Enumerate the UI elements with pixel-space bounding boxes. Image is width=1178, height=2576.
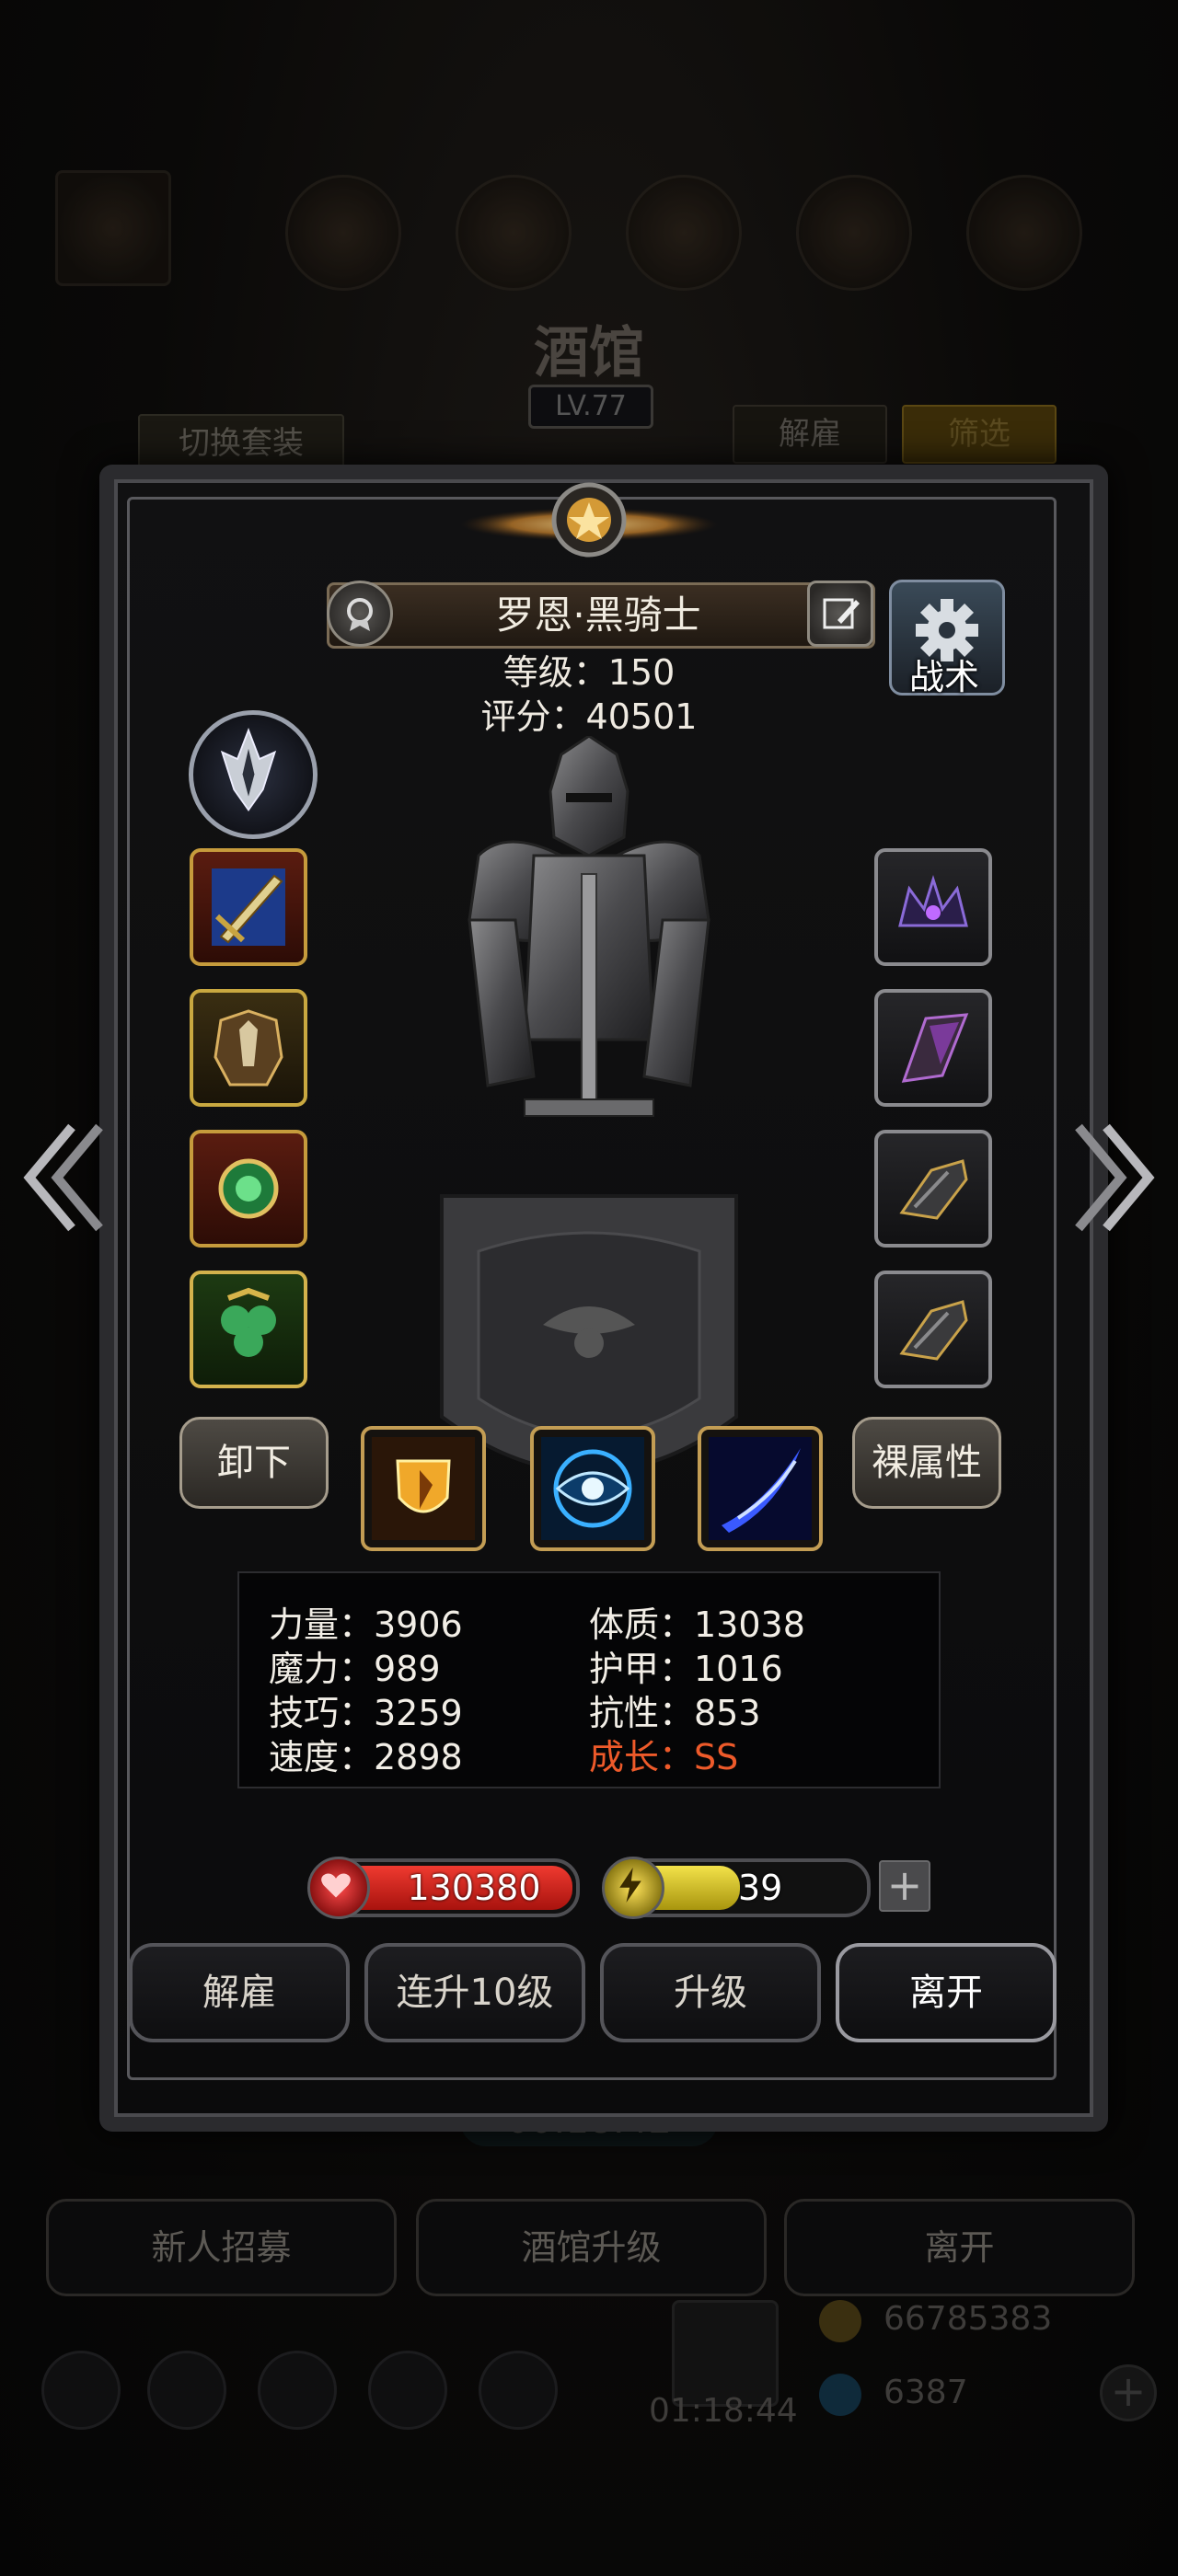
- bg-bottom-icon: [258, 2351, 337, 2430]
- bg-menu-icon: [456, 175, 572, 291]
- back-icon[interactable]: [55, 170, 171, 286]
- heart-icon: [307, 1857, 370, 1919]
- tavern-upgrade-button[interactable]: 酒馆升级: [416, 2199, 767, 2296]
- bg-bottom-icon: [147, 2351, 226, 2430]
- growth-label: 成长：: [589, 1737, 695, 1777]
- armor-icon: [214, 1009, 283, 1087]
- gem-icon: [819, 2374, 861, 2416]
- hero-name: 罗恩·黑骑士: [495, 592, 701, 638]
- gem-amount: 6387: [884, 2374, 968, 2411]
- crystal-blade-icon: [901, 1013, 969, 1083]
- tavern-title: 酒馆: [534, 321, 644, 385]
- equip-slot-offhand[interactable]: [874, 989, 992, 1107]
- bg-bottom-icon: [41, 2351, 121, 2430]
- equip-slot-boots[interactable]: [874, 1271, 992, 1388]
- sword-icon: [212, 868, 285, 946]
- bg-leave-button[interactable]: 离开: [784, 2199, 1135, 2296]
- skill-slot-2[interactable]: [530, 1426, 655, 1551]
- growth-value: SS: [694, 1737, 739, 1777]
- stat-resistance: 抗性：853: [589, 1693, 761, 1733]
- gauntlet-icon: [899, 1159, 968, 1220]
- next-hero-arrow-icon[interactable]: [1069, 1118, 1161, 1237]
- base-attributes-button[interactable]: 裸属性: [852, 1417, 1001, 1509]
- bg-menu-icon: [626, 175, 742, 291]
- panel-emblem-icon: [460, 482, 718, 558]
- stat-speed: 速度：2898: [269, 1737, 463, 1777]
- hero-badge-icon[interactable]: [327, 581, 393, 647]
- rename-edit-icon[interactable]: [807, 581, 873, 647]
- tavern-level: LV.77: [528, 385, 653, 429]
- hero-class-emblem[interactable]: [189, 710, 318, 839]
- hp-value: 130380: [407, 1868, 541, 1908]
- lightning-icon: [602, 1857, 664, 1919]
- stat-magic: 魔力：989: [269, 1649, 441, 1689]
- bg-menu-icon: [285, 175, 401, 291]
- equip-slot-gloves[interactable]: [874, 1130, 992, 1248]
- leave-button[interactable]: 离开: [836, 1943, 1057, 2042]
- bg-menu-icon: [966, 175, 1082, 291]
- stat-constitution: 体质：13038: [589, 1604, 805, 1645]
- clover-ring-icon: [221, 1287, 276, 1357]
- bg-bottom-icon: [479, 2351, 558, 2430]
- equip-slot-amulet[interactable]: [190, 1130, 307, 1248]
- add-energy-button[interactable]: +: [879, 1860, 930, 1912]
- dismiss-button[interactable]: 解雇: [129, 1943, 350, 2042]
- bg-filter-tab[interactable]: 筛选: [902, 405, 1057, 464]
- gift-box-icon[interactable]: [672, 2300, 779, 2407]
- level-up-10-button[interactable]: 连升10级: [364, 1943, 585, 2042]
- previous-hero-arrow-icon[interactable]: [17, 1118, 109, 1237]
- energy-value: 39: [738, 1868, 783, 1908]
- void-crown-icon: [898, 874, 968, 927]
- equip-slot-helm[interactable]: [874, 848, 992, 966]
- tactics-label: 战术: [908, 657, 979, 697]
- add-currency-icon[interactable]: +: [1100, 2364, 1157, 2421]
- hero-score: 评分：40501: [480, 696, 698, 737]
- unequip-button[interactable]: 卸下: [179, 1417, 329, 1509]
- gold-amount: 66785383: [884, 2300, 1053, 2338]
- gauntlet-icon: [899, 1300, 968, 1361]
- class-crest-icon: [220, 728, 277, 811]
- blue-slash-icon: [709, 1437, 812, 1540]
- equip-slot-weapon[interactable]: [190, 848, 307, 966]
- equip-slot-ring[interactable]: [190, 1271, 307, 1388]
- stat-growth: 成长：SS: [589, 1729, 738, 1779]
- stat-armor: 护甲：1016: [589, 1649, 783, 1689]
- bg-dismiss-tab[interactable]: 解雇: [733, 405, 887, 464]
- level-up-button[interactable]: 升级: [600, 1943, 821, 2042]
- stat-skill: 技巧：3259: [269, 1693, 463, 1733]
- bg-bottom-icon: [368, 2351, 447, 2430]
- golden-shield-icon: [372, 1437, 475, 1540]
- emerald-amulet-icon: [218, 1158, 279, 1219]
- skill-slot-1[interactable]: [361, 1426, 486, 1551]
- stat-strength: 力量：3906: [269, 1604, 463, 1645]
- hero-level: 等级：150: [502, 652, 676, 693]
- skill-slot-3[interactable]: [698, 1426, 823, 1551]
- equip-slot-armor[interactable]: [190, 989, 307, 1107]
- bg-menu-icon: [796, 175, 912, 291]
- bg-bottom-timer: 01:18:44: [649, 2392, 798, 2430]
- recruit-button[interactable]: 新人招募: [46, 2199, 397, 2296]
- gold-coin-icon: [819, 2300, 861, 2342]
- blue-eye-icon: [541, 1437, 644, 1540]
